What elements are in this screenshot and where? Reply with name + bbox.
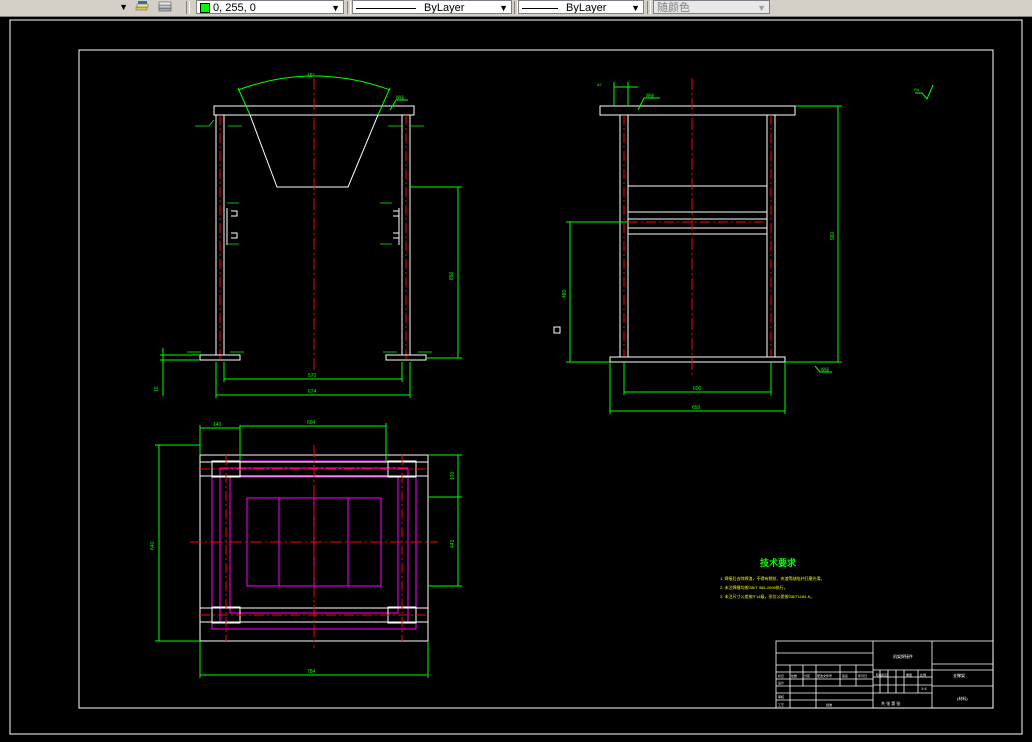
properties-toolbar: ▼ 0, 255, 0 ▼ ByLayer ▼ ByLayer ▼ 随颜色 ▼ — [0, 0, 1032, 17]
color-dropdown[interactable]: 0, 255, 0 ▼ — [196, 0, 344, 14]
tb-code: 支撑架 — [953, 672, 965, 678]
toolbar-separator — [186, 1, 190, 14]
right-mid-dim: 442 — [450, 539, 456, 548]
linetype-preview-icon — [356, 7, 416, 9]
paper-border — [9, 19, 1023, 735]
tb-approve: 批准 — [826, 702, 832, 707]
chevron-down-icon: ▼ — [499, 3, 508, 13]
toolbar-separator — [347, 1, 351, 14]
toolbar-separator — [647, 1, 651, 14]
chevron-down-icon: ▼ — [757, 3, 766, 13]
front-view: 46° 焊接 850 570 674 15 — [154, 73, 462, 398]
tb-count: 处数 — [791, 673, 797, 678]
color-value: 0, 255, 0 — [213, 2, 256, 14]
side-height-dim: 960 — [830, 231, 836, 240]
notes-title: 技术要求 — [760, 557, 797, 568]
notes-line-2: 2. 未注焊缝均按GB/T 985-2008执行。 — [720, 584, 788, 590]
layer-dropdown[interactable]: ▼ — [0, 0, 131, 14]
tb-scale: 1:4 — [921, 686, 927, 691]
tb-change: 更改文件号 — [817, 673, 832, 678]
right-top-dim: 170 — [450, 471, 456, 480]
drawing-canvas[interactable]: 46° 焊接 850 570 674 15 82 焊接 960 480 600 … — [0, 17, 1032, 737]
tb-process: 工艺 — [778, 702, 784, 707]
tb-ratio: 比例 — [920, 672, 926, 677]
tb-stage: 阶段标记 — [876, 672, 888, 677]
tb-designer: 设计 — [778, 680, 784, 685]
layer-states-icon[interactable] — [158, 1, 172, 14]
notes-line-1: 1. 焊接后去除焊渣，不得有裂纹、夹渣等缺陷并打磨光滑。 — [720, 575, 824, 581]
lineweight-dropdown[interactable]: ByLayer ▼ — [518, 0, 644, 14]
mid-height-dim: 480 — [562, 289, 568, 298]
tb-reviewer: 审核 — [778, 694, 784, 699]
pickbox-cursor — [553, 326, 561, 334]
tb-sheet-row: 共 张 第 张 — [881, 700, 900, 706]
chevron-down-icon: ▼ — [331, 3, 340, 13]
side-inner-width-dim: 600 — [693, 386, 702, 392]
top-view: 140 664 170 442 640 784 — [150, 420, 462, 678]
color-swatch-icon — [200, 3, 210, 13]
base-dim: 15 — [154, 386, 160, 392]
notes-line-3: 3. 未注尺寸公差按IT14级，形位公差按GB/T1184-K。 — [720, 593, 814, 599]
chevron-down-icon: ▼ — [631, 3, 640, 13]
technical-notes: 技术要求 1. 焊接后去除焊渣，不得有裂纹、夹渣等缺陷并打磨光滑。 2. 未注焊… — [720, 557, 824, 599]
tb-sign: 签名 — [842, 673, 848, 678]
surface-mark: Ra — [914, 87, 920, 92]
plotstyle-dropdown: 随颜色 ▼ — [653, 0, 770, 14]
tb-material: (材料) — [957, 695, 968, 701]
tb-mark: 标记 — [778, 673, 784, 678]
linetype-value: ByLayer — [424, 2, 465, 14]
plotstyle-value: 随颜色 — [657, 2, 690, 14]
tb-date: 年月日 — [858, 673, 867, 678]
top-span-dim: 664 — [307, 420, 316, 426]
angle-dim: 46° — [307, 73, 315, 79]
foot-label: 焊接 — [821, 366, 829, 372]
side-outer-width-dim: 650 — [692, 405, 701, 411]
weld-label: 焊接 — [396, 94, 404, 100]
tb-zone: 分区 — [804, 673, 810, 678]
linetype-dropdown[interactable]: ByLayer ▼ — [352, 0, 512, 14]
chevron-down-icon: ▼ — [119, 2, 128, 12]
outer-width-dim: 674 — [308, 389, 317, 395]
top-dim: 82 — [597, 82, 602, 87]
height-dim: 850 — [449, 271, 455, 280]
tb-weight: 重量 — [906, 672, 912, 677]
weld-top-label: 焊接 — [646, 92, 654, 98]
layer-previous-icon[interactable] — [135, 1, 149, 14]
inner-width-dim: 570 — [308, 373, 317, 379]
left-height-dim: 640 — [150, 541, 156, 550]
side-view: 82 焊接 960 480 600 650 焊接 Ra — [553, 78, 934, 414]
bottom-width-dim: 784 — [307, 669, 316, 675]
lineweight-preview-icon — [522, 7, 558, 9]
tb-name: 机架焊接件 — [893, 653, 913, 659]
top-left-dim: 140 — [213, 422, 222, 428]
lineweight-value: ByLayer — [566, 2, 607, 14]
